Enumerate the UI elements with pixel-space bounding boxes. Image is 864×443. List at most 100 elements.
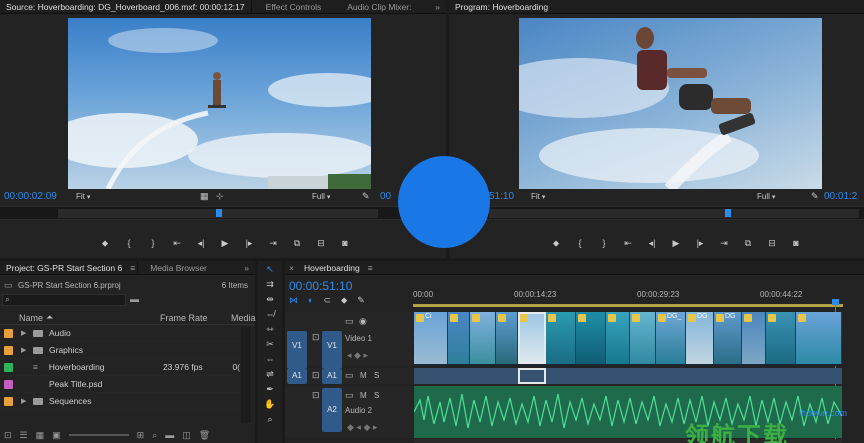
insert-icon[interactable]: ⧉ [292, 238, 302, 249]
tab-menu-icon[interactable]: ≡ [128, 261, 137, 274]
slip-tool-icon[interactable]: ⇔ [264, 353, 277, 366]
sync-lock-icon[interactable]: ▭ [345, 390, 354, 401]
mute-button[interactable]: M [360, 371, 367, 380]
label-color-swatch[interactable] [4, 379, 13, 389]
video-clip[interactable]: DG [686, 312, 714, 364]
tab-source[interactable]: Source: Hoverboarding: DG_Hoverboard_006… [0, 0, 251, 13]
source-scrubber[interactable] [0, 206, 446, 220]
timeline-ruler[interactable]: 00:00 00:00:14:23 00:00:29:23 00:00:44:2… [413, 287, 843, 307]
film-icon[interactable]: ▦ [200, 191, 209, 202]
nest-icon[interactable]: ⋈ [289, 295, 298, 309]
sync-lock-icon[interactable]: ▭ [345, 370, 354, 381]
list-view-icon[interactable]: ☰ [20, 430, 28, 441]
overwrite-icon[interactable]: ⊟ [316, 238, 326, 249]
eye-icon[interactable]: ◉ [359, 316, 367, 327]
step-back-icon[interactable]: ◂| [196, 238, 206, 249]
new-bin-icon[interactable]: ▬ [165, 430, 174, 440]
program-timecode[interactable]: 51:10 [489, 191, 514, 202]
project-item-graphics[interactable]: ▶ Graphics [0, 342, 240, 359]
program-full-dropdown[interactable]: Full [757, 192, 775, 201]
tab-project[interactable]: Project: GS-PR Start Section 6 [0, 261, 128, 274]
tab-audio-clip-mixer[interactable]: Audio Clip Mixer: [341, 0, 417, 13]
label-color-swatch[interactable] [4, 362, 13, 372]
project-item-sequences[interactable]: ▶ Sequences [0, 393, 240, 410]
lock-icon[interactable]: ⊡ [312, 370, 320, 381]
project-item-hoverboarding[interactable]: ≡ Hoverboarding 23.976 fps 0( [0, 359, 240, 376]
source-playhead[interactable] [216, 209, 222, 217]
project-scrollbar[interactable] [241, 327, 251, 423]
expand-arrow-icon[interactable]: ▶ [21, 346, 33, 354]
tab-program[interactable]: Program: Hoverboarding [449, 0, 554, 13]
video-clip[interactable]: Ci [414, 312, 448, 364]
video-clip[interactable] [448, 312, 470, 364]
freeform-view-icon[interactable]: ▣ [52, 430, 61, 441]
automate-icon[interactable]: ⊞ [137, 430, 145, 441]
step-back-icon[interactable]: ◂| [647, 238, 657, 249]
zoom-slider[interactable] [68, 434, 129, 436]
tab-hoverboarding[interactable]: Hoverboarding [298, 261, 366, 274]
slide-tool-icon[interactable]: ⇌ [264, 368, 277, 381]
step-forward-icon[interactable]: |▸ [244, 238, 254, 249]
icon-view-icon[interactable]: ▦ [36, 430, 45, 441]
sort-up-icon[interactable]: ⏶ [46, 312, 53, 323]
col-frame-rate[interactable]: Frame Rate [160, 313, 208, 323]
trash-icon[interactable]: 🗑 [199, 430, 210, 441]
marker-icon[interactable]: ⬥ [100, 238, 110, 249]
drag-video-icon[interactable]: ⊹ [216, 191, 224, 202]
close-icon[interactable]: × [285, 261, 298, 274]
rate-stretch-tool-icon[interactable]: ⇿ [264, 323, 277, 336]
program-fit-dropdown[interactable]: Fit [531, 192, 545, 201]
timeline-timecode[interactable]: 00:00:51:10 [289, 279, 352, 293]
a1-track-target[interactable]: A1 [322, 368, 342, 384]
expand-arrow-icon[interactable]: ▶ [21, 329, 33, 337]
video-clip[interactable]: DG_ [656, 312, 686, 364]
tab-menu-icon[interactable]: ≡ [366, 261, 375, 274]
lift-icon[interactable]: ⧉ [743, 238, 753, 249]
wrench-icon[interactable]: ✎ [362, 191, 370, 202]
out-point-icon[interactable]: } [599, 238, 609, 248]
video-clip[interactable] [766, 312, 796, 364]
camera-icon[interactable]: ◙ [791, 238, 801, 248]
play-icon[interactable]: ▶ [220, 238, 230, 249]
tab-media-browser[interactable]: Media Browser [144, 261, 213, 274]
go-to-out-icon[interactable]: ⇥ [719, 238, 729, 249]
video-clip[interactable] [630, 312, 656, 364]
video-clip[interactable] [546, 312, 576, 364]
more-panels-icon[interactable]: » [238, 261, 255, 274]
wrench-icon[interactable]: ✎ [811, 191, 819, 202]
snap-icon[interactable]: ◐ [308, 295, 313, 309]
out-point-icon[interactable]: } [148, 238, 158, 248]
rolling-edit-tool-icon[interactable]: ⇎ [264, 308, 277, 321]
video-clip[interactable] [742, 312, 766, 364]
lock-icon[interactable]: ⊡ [312, 332, 320, 343]
video-clip[interactable] [496, 312, 518, 364]
project-item-audio[interactable]: ▶ Audio [0, 325, 240, 342]
new-item-icon[interactable]: ◫ [182, 430, 191, 441]
solo-button[interactable]: S [374, 371, 379, 380]
zoom-tool-icon[interactable]: ⌕ [264, 413, 277, 426]
go-to-out-icon[interactable]: ⇥ [268, 238, 278, 249]
video-clip[interactable]: DG [714, 312, 742, 364]
linked-selection-icon[interactable]: ⊂ [323, 295, 331, 309]
mute-button[interactable]: M [360, 391, 367, 400]
col-name[interactable]: Name [19, 313, 43, 323]
label-color-swatch[interactable] [4, 396, 13, 406]
expand-arrow-icon[interactable]: ▶ [21, 397, 33, 405]
ripple-edit-tool-icon[interactable]: ⇹ [264, 293, 277, 306]
new-bin-icon[interactable]: ▬ [130, 294, 139, 304]
source-full-dropdown[interactable]: Full [312, 192, 330, 201]
video-clip[interactable] [796, 312, 842, 364]
hand-tool-icon[interactable]: ✋ [264, 398, 277, 411]
source-fit-dropdown[interactable]: Fit [76, 192, 90, 201]
lock-icon[interactable]: ⊡ [312, 390, 320, 401]
in-point-icon[interactable]: { [575, 238, 585, 248]
more-panels-icon[interactable]: » [429, 0, 446, 13]
selection-tool-icon[interactable]: ↖ [264, 263, 277, 276]
find-icon[interactable]: ⌕ [152, 430, 157, 441]
pen-tool-icon[interactable]: ✒ [264, 383, 277, 396]
label-color-swatch[interactable] [4, 328, 13, 338]
in-point-icon[interactable]: { [124, 238, 134, 248]
video-clip[interactable] [470, 312, 496, 364]
lock-icon[interactable]: ⊡ [4, 430, 12, 441]
project-item-peak-title-psd[interactable]: Peak Title.psd [0, 376, 240, 393]
